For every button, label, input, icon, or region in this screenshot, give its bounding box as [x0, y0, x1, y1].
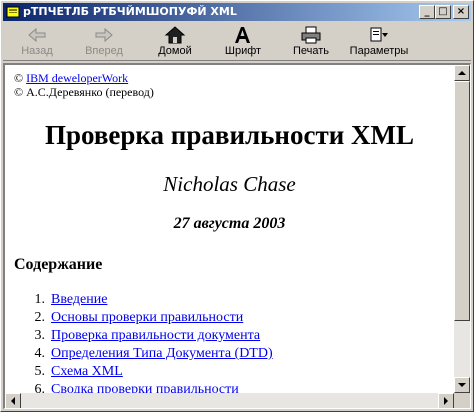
home-button[interactable]: Домой — [153, 24, 197, 60]
forward-label: Вперед — [85, 45, 123, 57]
printer-icon — [301, 26, 321, 44]
back-arrow-icon — [28, 27, 46, 43]
scroll-up-button[interactable] — [454, 65, 470, 81]
content-pane: © IBM deweloperWork © А.С.Деревянко (пер… — [3, 63, 471, 409]
font-button[interactable]: Шрифт — [221, 24, 265, 60]
toc-link-dtd[interactable]: Определения Типа Документа (DTD) — [51, 345, 273, 363]
back-button[interactable]: Назад — [17, 24, 57, 60]
toc-number: 5. — [34, 364, 46, 379]
scroll-down-button[interactable] — [454, 377, 470, 393]
arrow-left-icon — [11, 397, 15, 405]
toc-link-xml-schema[interactable]: Схема XML — [51, 363, 123, 381]
translator-line: © А.С.Деревянко (перевод) — [14, 85, 154, 99]
options-icon — [370, 27, 388, 42]
toc-number: 4. — [34, 346, 46, 361]
home-label: Домой — [158, 45, 192, 57]
forward-arrow-icon — [95, 27, 113, 43]
back-label: Назад — [21, 45, 53, 57]
print-button[interactable]: Печать — [289, 24, 333, 60]
help-window: рТПЧЕТЛБ РТБЧЙМШОПУФЙ XML _ □ × Назад Вп… — [0, 0, 474, 412]
options-button[interactable]: Параметры — [347, 24, 411, 60]
arrow-up-icon — [458, 71, 466, 75]
document-view: © IBM deweloperWork © А.С.Деревянко (пер… — [5, 65, 454, 408]
minimize-button[interactable]: _ — [419, 5, 435, 19]
home-icon — [164, 26, 186, 44]
vertical-scroll-thumb[interactable] — [454, 81, 470, 321]
ibm-link[interactable]: IBM deweloperWork — [26, 71, 128, 85]
window-title: рТПЧЕТЛБ РТБЧЙМШОПУФЙ XML — [23, 5, 237, 18]
toc-number: 1. — [34, 292, 46, 307]
scroll-left-button[interactable] — [5, 393, 21, 408]
toc-number: 2. — [34, 310, 46, 325]
vertical-scrollbar[interactable] — [454, 65, 470, 393]
toolbar: Назад Вперед Домой Шрифт Печать Параметр… — [3, 23, 471, 61]
arrow-right-icon — [444, 397, 448, 405]
font-label: Шрифт — [224, 45, 262, 57]
author-name: Nicholas Chase — [163, 172, 296, 196]
maximize-button[interactable]: □ — [435, 5, 451, 19]
close-button[interactable]: × — [453, 5, 469, 19]
toc-link-introduction[interactable]: Введение — [51, 291, 107, 309]
forward-button[interactable]: Вперед — [81, 24, 127, 60]
scroll-right-button[interactable] — [438, 393, 454, 408]
toc-link-document-validation[interactable]: Проверка правильности документа — [51, 327, 260, 345]
scrollbar-corner — [454, 393, 470, 408]
page-title: Проверка правильности XML — [44, 120, 415, 150]
copyright-line: © IBM deweloperWork — [14, 71, 128, 85]
publication-date: 27 августа 2003 — [173, 215, 286, 232]
copyright-symbol: © — [14, 71, 24, 85]
toc-link-validation-basics[interactable]: Основы проверки правильности — [51, 309, 243, 327]
toc-number: 3. — [34, 328, 46, 343]
horizontal-scrollbar[interactable] — [5, 393, 454, 408]
arrow-down-icon — [458, 383, 466, 387]
print-label: Печать — [292, 45, 330, 57]
help-book-icon — [6, 6, 20, 18]
title-bar[interactable]: рТПЧЕТЛБ РТБЧЙМШОПУФЙ XML _ □ × — [3, 3, 471, 21]
toc-heading: Содержание — [14, 256, 103, 273]
options-label: Параметры — [349, 45, 409, 57]
font-icon — [235, 27, 250, 43]
